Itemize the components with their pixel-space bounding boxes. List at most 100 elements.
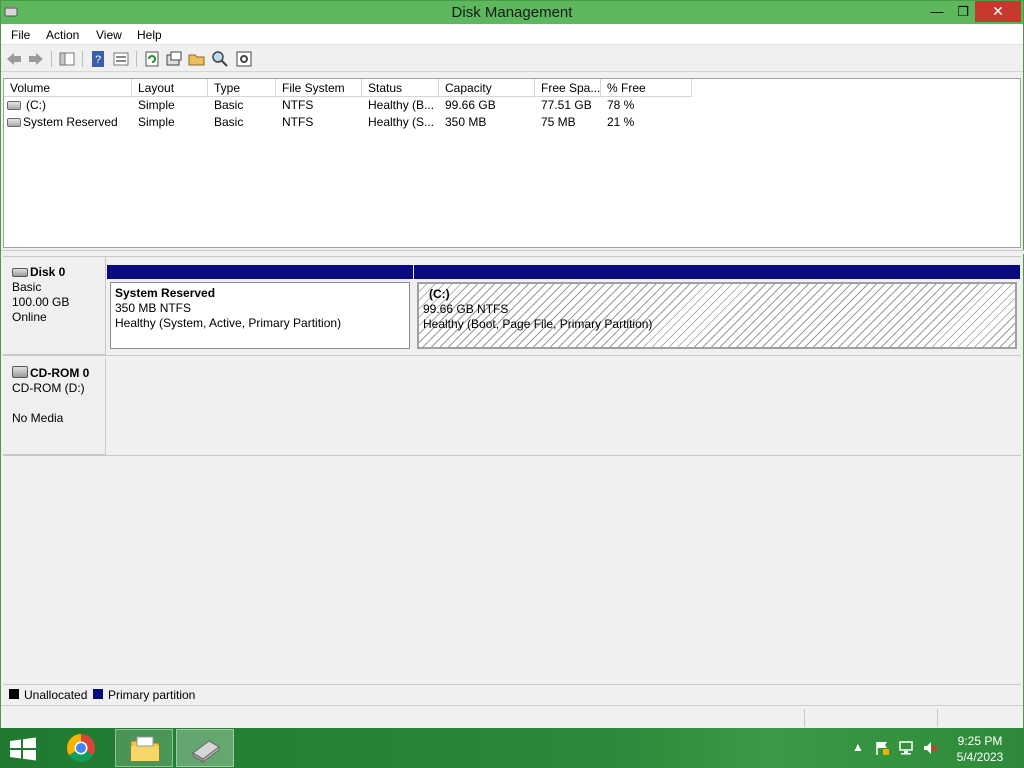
window-title: Disk Management xyxy=(451,4,573,21)
disk-kind: CD-ROM (D:) xyxy=(12,381,85,395)
pane-splitter[interactable] xyxy=(1,250,1024,254)
refresh-icon[interactable] xyxy=(143,50,161,68)
disk-name: Disk 0 xyxy=(30,265,66,279)
partition-name: System Reserved xyxy=(115,286,216,300)
menu-action[interactable]: Action xyxy=(46,28,79,42)
cell-percent-free: 78 % xyxy=(607,98,635,112)
menu-bar: File Action View Help xyxy=(1,24,1023,45)
windows-start-icon[interactable] xyxy=(8,737,38,761)
partition-status: Healthy (Boot, Page File, Primary Partit… xyxy=(423,317,653,331)
partition-system-reserved[interactable]: System Reserved 350 MB NTFS Healthy (Sys… xyxy=(107,265,413,353)
cell-layout: Simple xyxy=(138,115,175,129)
partition-size: 99.66 GB NTFS xyxy=(423,302,509,316)
legend: Unallocated Primary partition xyxy=(3,684,1021,704)
svg-text:?: ? xyxy=(95,54,101,66)
column-header-volume[interactable]: Volume xyxy=(4,79,132,97)
clock-time: 9:25 PM xyxy=(957,734,1003,748)
partition-body: System Reserved 350 MB NTFS Healthy (Sys… xyxy=(110,282,410,349)
legend-swatch-primary xyxy=(93,689,103,699)
column-header-layout[interactable]: Layout xyxy=(132,79,208,97)
toolbar-separator xyxy=(51,51,52,67)
action-center-flag-icon[interactable] xyxy=(874,740,890,756)
cell-free-space: 75 MB xyxy=(541,115,576,129)
volume-muted-icon[interactable] xyxy=(922,740,938,756)
volume-drive-icon xyxy=(7,101,21,110)
settings-icon[interactable] xyxy=(235,50,253,68)
cell-volume: (C:) xyxy=(26,98,46,112)
cell-file-system: NTFS xyxy=(282,115,314,129)
volume-drive-icon xyxy=(7,118,21,127)
file-explorer-taskbar-button[interactable] xyxy=(115,729,173,767)
open-folder-icon[interactable] xyxy=(188,50,206,68)
partition-body: (C:) 99.66 GB NTFS Healthy (Boot, Page F… xyxy=(417,282,1017,349)
disk-0-label[interactable]: Disk 0 Basic 100.00 GB Online xyxy=(3,257,106,355)
cell-type: Basic xyxy=(214,115,244,129)
cell-capacity: 350 MB xyxy=(445,115,487,129)
cell-status: Healthy (B... xyxy=(368,98,435,112)
close-button[interactable]: ✕ xyxy=(975,1,1021,22)
cell-volume: System Reserved xyxy=(23,115,118,129)
column-header-status[interactable]: Status xyxy=(362,79,439,97)
menu-help[interactable]: Help xyxy=(137,28,162,42)
show-hide-icon[interactable] xyxy=(112,50,130,68)
cell-layout: Simple xyxy=(138,98,175,112)
forward-arrow-icon[interactable] xyxy=(27,50,45,68)
file-explorer-icon xyxy=(130,736,160,762)
toolbar: ? xyxy=(1,46,1023,72)
status-bar-divider xyxy=(937,709,938,727)
status-bar-divider xyxy=(804,709,805,727)
legend-label-unallocated: Unallocated xyxy=(24,688,88,702)
title-bar[interactable]: Disk Management — ❐ ✕ xyxy=(1,1,1023,24)
volume-list[interactable]: Volume Layout Type File System Status Ca… xyxy=(3,78,1021,248)
hard-disk-icon xyxy=(12,268,28,277)
menu-file[interactable]: File xyxy=(11,28,30,42)
column-header-file-system[interactable]: File System xyxy=(276,79,362,97)
back-arrow-icon[interactable] xyxy=(5,50,23,68)
cell-type: Basic xyxy=(214,98,244,112)
properties-pane-icon[interactable] xyxy=(58,50,76,68)
disk-management-taskbar-button[interactable] xyxy=(176,729,234,767)
legend-swatch-unallocated xyxy=(9,689,19,699)
disk-properties-icon[interactable] xyxy=(165,50,183,68)
partition-name: (C:) xyxy=(429,287,450,301)
clock-date: 5/4/2023 xyxy=(956,750,1004,764)
disk-name: CD-ROM 0 xyxy=(30,366,90,380)
column-header-percent-free[interactable]: % Free xyxy=(601,79,692,97)
network-icon[interactable] xyxy=(898,740,914,756)
cell-capacity: 99.66 GB xyxy=(445,98,496,112)
disk-state: Online xyxy=(12,310,47,324)
cell-status: Healthy (S... xyxy=(368,115,435,129)
legend-label-primary: Primary partition xyxy=(108,688,196,702)
disk-row-divider xyxy=(3,355,1021,356)
partition-status: Healthy (System, Active, Primary Partiti… xyxy=(115,316,342,330)
column-header-free-space[interactable]: Free Spa... xyxy=(535,79,601,97)
disk-kind: Basic xyxy=(12,280,42,294)
partition-bar xyxy=(414,265,1020,279)
disk-size: 100.00 GB xyxy=(12,295,70,309)
cell-free-space: 77.51 GB xyxy=(541,98,592,112)
menu-view[interactable]: View xyxy=(96,28,122,42)
column-header-capacity[interactable]: Capacity xyxy=(439,79,535,97)
disk-row-divider xyxy=(3,455,1021,456)
toolbar-separator xyxy=(82,51,83,67)
partition-size: 350 MB NTFS xyxy=(115,301,192,315)
cell-file-system: NTFS xyxy=(282,98,314,112)
show-hidden-icons-icon[interactable]: ▲ xyxy=(850,740,866,756)
disk-management-window: Disk Management — ❐ ✕ File Action View H… xyxy=(0,0,1024,729)
toolbar-separator xyxy=(136,51,137,67)
chrome-icon[interactable] xyxy=(66,733,96,763)
cdrom-0-label[interactable]: CD-ROM 0 CD-ROM (D:) No Media xyxy=(3,358,106,455)
disk-management-icon xyxy=(192,740,220,763)
help-icon[interactable]: ? xyxy=(89,50,107,68)
cd-rom-drive-icon xyxy=(12,366,28,378)
status-bar xyxy=(1,705,1023,729)
search-icon[interactable] xyxy=(211,50,229,68)
disk-state: No Media xyxy=(12,411,64,425)
partition-bar xyxy=(107,265,413,279)
partition-c[interactable]: (C:) 99.66 GB NTFS Healthy (Boot, Page F… xyxy=(414,265,1020,353)
disk-graphical-view: Disk 0 Basic 100.00 GB Online System Res… xyxy=(3,256,1021,684)
taskbar: ▲ 9:25 PM 5/4/2023 xyxy=(0,728,1024,768)
cell-percent-free: 21 % xyxy=(607,115,635,129)
taskbar-clock[interactable]: 9:25 PM 5/4/2023 xyxy=(940,733,1020,765)
column-header-type[interactable]: Type xyxy=(208,79,276,97)
